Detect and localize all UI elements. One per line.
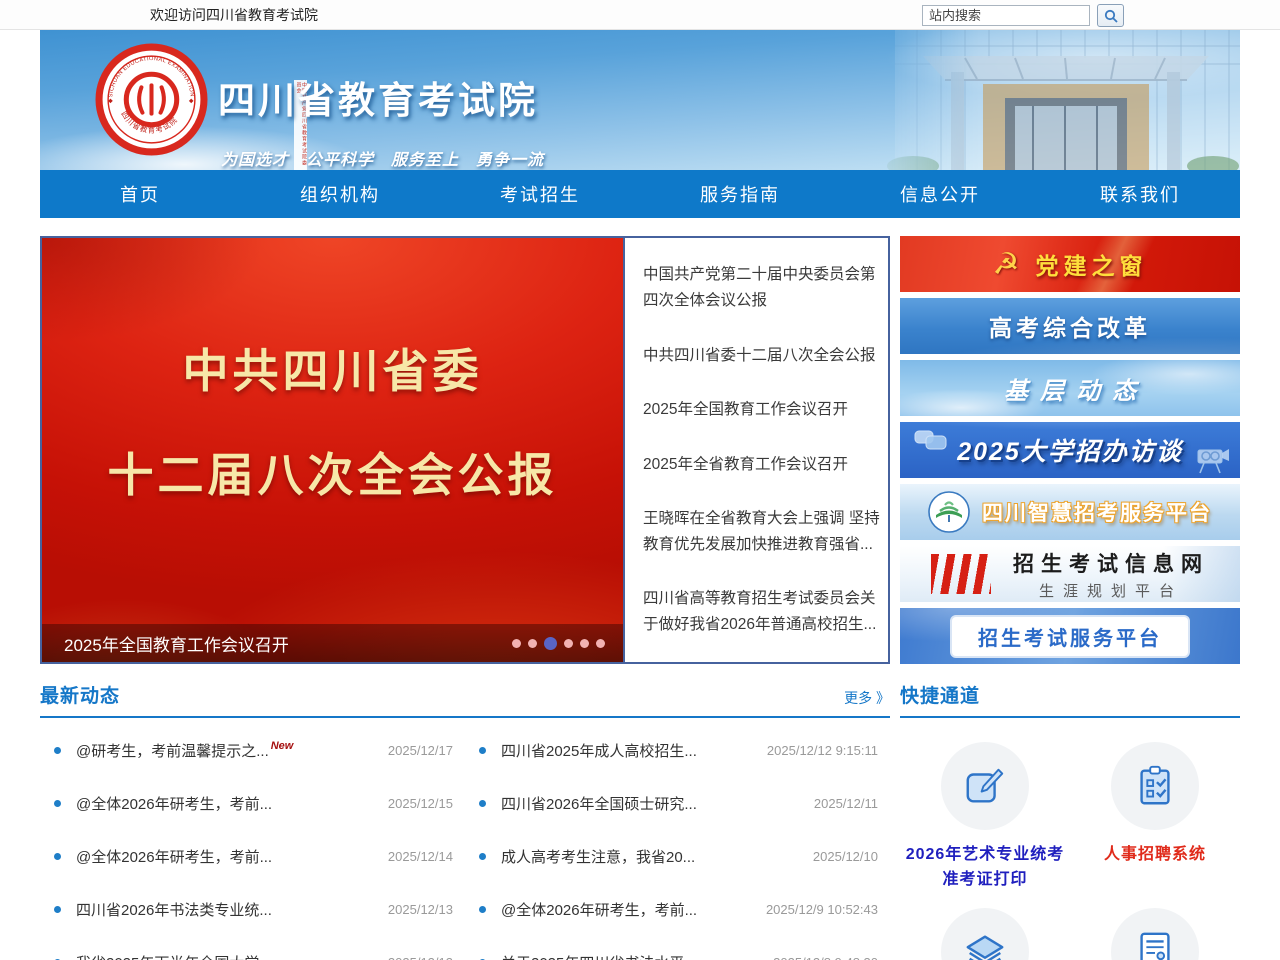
news-item[interactable]: 四川省2025年成人高校招生... 2025/12/12 9:15:11 xyxy=(465,724,890,777)
featured-news-panel: 中共四川省委 十二届八次全会公报 2025年全国教育工作会议召开 xyxy=(40,236,890,664)
bullet-dot-icon xyxy=(479,853,486,860)
site-header: 四川省教育考试院 中国共产党四川省教育考试院委员会 SICHUAN EDUCAT… xyxy=(40,30,1240,170)
layers-icon xyxy=(962,929,1008,960)
quick-item-fourth[interactable] xyxy=(1070,908,1240,960)
bullet-dot-icon xyxy=(479,800,486,807)
bullet-dot-icon xyxy=(54,800,61,807)
news-item[interactable]: @全体2026年研考生，考前... 2025/12/14 xyxy=(40,830,465,883)
hammer-sickle-icon: ☭ xyxy=(993,247,1020,282)
quick-access-section: 快捷通道 2026年艺术专业统考 准考证打印 xyxy=(900,681,1240,960)
latest-news-section: 最新动态 更多 》 @研考生，考前温馨提示之...New 2025/12/17 … xyxy=(40,681,890,960)
institute-seal-logo: SICHUAN EDUCATIONAL EXAMINATION AUTHORIT… xyxy=(95,43,208,156)
nav-item-contact[interactable]: 联系我们 xyxy=(1040,170,1240,218)
nav-item-organization[interactable]: 组织机构 xyxy=(240,170,440,218)
headline-link[interactable]: 中共四川省委十二届八次全会公报 xyxy=(643,343,880,369)
headline-list: 中国共产党第二十届中央委员会第四次全体会议公报 中共四川省委十二届八次全会公报 … xyxy=(625,238,888,662)
site-search xyxy=(922,4,1124,27)
banner-exam-service-platform[interactable]: 招生考试服务平台 xyxy=(900,608,1240,664)
site-slogan: 为国选才 公平科学 服务至上 勇争一流 xyxy=(221,146,544,170)
carousel-dot-active[interactable] xyxy=(544,637,557,650)
banner-smart-admission-platform[interactable]: 四川智慧招考服务平台 xyxy=(900,484,1240,540)
latest-news-title: 最新动态 xyxy=(40,681,120,708)
news-carousel[interactable]: 中共四川省委 十二届八次全会公报 2025年全国教育工作会议召开 xyxy=(42,238,625,662)
welcome-text: 欢迎访问四川省教育考试院 xyxy=(150,5,318,25)
nav-item-exam-admission[interactable]: 考试招生 xyxy=(440,170,640,218)
carousel-dot[interactable] xyxy=(596,639,605,648)
new-badge: New xyxy=(271,740,294,752)
bullet-dot-icon xyxy=(54,747,61,754)
bullet-dot-icon xyxy=(54,906,61,913)
headline-link[interactable]: 2025年全国教育工作会议召开 xyxy=(643,397,880,423)
carousel-dot[interactable] xyxy=(512,639,521,648)
banner-gaokao-reform[interactable]: 高考综合改革 xyxy=(900,298,1240,354)
news-item[interactable]: 关于2025年四川省书法水平... 2025/12/8 9:48:30 xyxy=(465,936,890,960)
banner-2025-admissions-interview[interactable]: 2025大学招办访谈 xyxy=(900,422,1240,478)
quick-access-title: 快捷通道 xyxy=(900,681,980,708)
nav-item-info-disclosure[interactable]: 信息公开 xyxy=(840,170,1040,218)
clipboard-check-icon xyxy=(1132,763,1178,809)
bullet-dot-icon xyxy=(54,853,61,860)
news-item[interactable]: @全体2026年研考生，考前... 2025/12/9 10:52:43 xyxy=(465,883,890,936)
carousel-slide-text: 中共四川省委 十二届八次全会公报 xyxy=(42,238,623,632)
institute-building-image xyxy=(865,30,1240,170)
smart-platform-logo xyxy=(928,491,970,533)
banner-party-building-window[interactable]: ☭ 党建之窗 xyxy=(900,236,1240,292)
news-item[interactable]: 四川省2026年全国硕士研究... 2025/12/11 xyxy=(465,777,890,830)
carousel-caption-bar: 2025年全国教育工作会议召开 xyxy=(42,624,623,662)
news-item[interactable]: 成人高考考生注意，我省20... 2025/12/10 xyxy=(465,830,890,883)
svg-text:◆: ◆ xyxy=(108,99,113,105)
quick-item-third[interactable] xyxy=(900,908,1070,960)
carousel-dot[interactable] xyxy=(528,639,537,648)
headline-link[interactable]: 中国共产党第二十届中央委员会第四次全体会议公报 xyxy=(643,262,880,313)
site-title: 四川省教育考试院 xyxy=(218,70,538,124)
svg-text:◆: ◆ xyxy=(189,99,194,105)
headline-link[interactable]: 2025年全省教育工作会议召开 xyxy=(643,452,880,478)
bullet-dot-icon xyxy=(479,747,486,754)
info-net-stripes-logo xyxy=(931,554,991,594)
speech-bubble-icon xyxy=(914,430,948,452)
carousel-caption: 2025年全国教育工作会议召开 xyxy=(64,631,289,656)
carousel-dot[interactable] xyxy=(580,639,589,648)
carousel-dots xyxy=(512,637,605,650)
main-navigation: 首页 组织机构 考试招生 服务指南 信息公开 联系我们 xyxy=(40,170,1240,218)
headline-link[interactable]: 四川省高等教育招生考试委员会关于做好我省2026年普通高校招生... xyxy=(643,586,880,637)
more-link[interactable]: 更多 》 xyxy=(844,688,890,708)
news-column-left: @研考生，考前温馨提示之...New 2025/12/17 @全体2026年研考… xyxy=(40,724,465,960)
news-column-right: 四川省2025年成人高校招生... 2025/12/12 9:15:11 四川省… xyxy=(465,724,890,960)
projector-icon xyxy=(1194,444,1230,474)
search-input[interactable] xyxy=(922,5,1090,26)
banner-grassroots-news[interactable]: 基层动态 xyxy=(900,360,1240,416)
news-item[interactable]: 我省2025年下半年全国大学... 2025/12/13 xyxy=(40,936,465,960)
news-item[interactable]: @全体2026年研考生，考前... 2025/12/15 xyxy=(40,777,465,830)
headline-link[interactable]: 王晓晖在全省教育大会上强调 坚持教育优先发展加快推进教育强省... xyxy=(643,506,880,557)
top-utility-bar: 欢迎访问四川省教育考试院 xyxy=(0,0,1280,30)
nav-item-home[interactable]: 首页 xyxy=(40,170,240,218)
news-item[interactable]: 四川省2026年书法类专业统... 2025/12/13 xyxy=(40,883,465,936)
bullet-dot-icon xyxy=(479,906,486,913)
pencil-square-icon xyxy=(962,763,1008,809)
document-stamp-icon xyxy=(1132,929,1178,960)
carousel-dot[interactable] xyxy=(564,639,573,648)
banner-admission-info-net[interactable]: 招生考试信息网 生涯规划平台 xyxy=(900,546,1240,602)
quick-item-art-exam-ticket-print[interactable]: 2026年艺术专业统考 准考证打印 xyxy=(900,742,1070,908)
sidebar-banner-column: ☭ 党建之窗 高考综合改革 基层动态 2025大学招办访谈 xyxy=(900,236,1240,664)
news-item[interactable]: @研考生，考前温馨提示之...New 2025/12/17 xyxy=(40,724,465,777)
search-icon xyxy=(1104,9,1118,23)
nav-item-service-guide[interactable]: 服务指南 xyxy=(640,170,840,218)
search-button[interactable] xyxy=(1097,4,1124,27)
quick-item-hr-recruitment-system[interactable]: 人事招聘系统 xyxy=(1070,742,1240,908)
